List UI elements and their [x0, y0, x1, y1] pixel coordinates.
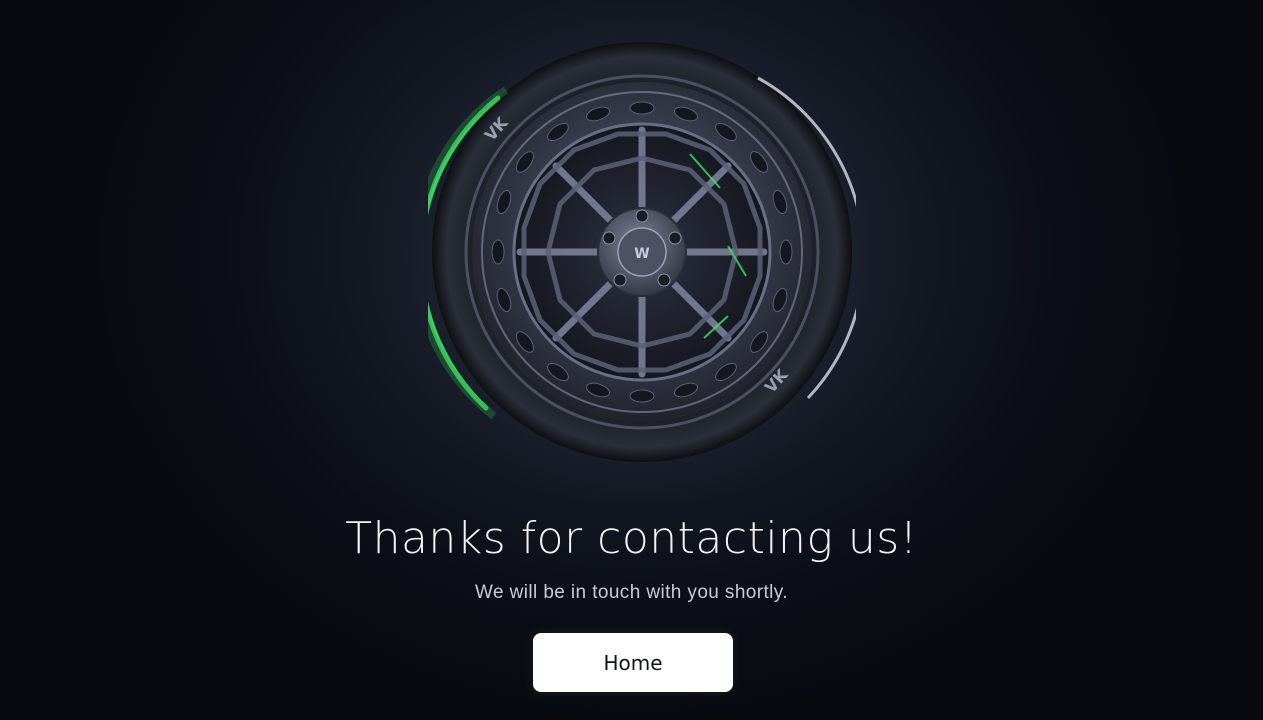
wheel-illustration: VK VK W — [428, 42, 856, 462]
home-button[interactable]: Home — [533, 633, 733, 692]
svg-text:W: W — [634, 246, 649, 262]
page-subtitle: We will be in touch with you shortly. — [475, 582, 788, 603]
page-title: Thanks for contacting us! — [345, 513, 918, 564]
